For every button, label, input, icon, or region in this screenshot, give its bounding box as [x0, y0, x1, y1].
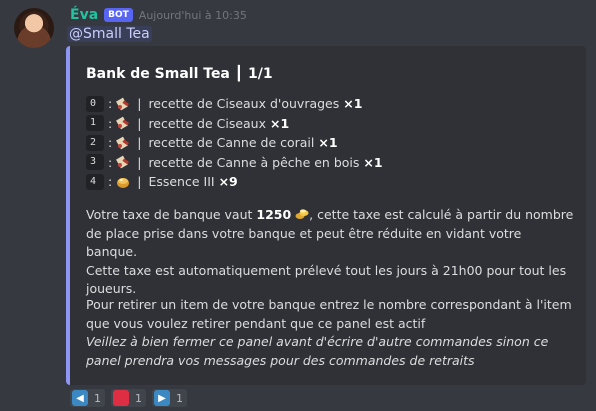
- item-label: recette de Canne à pêche en bois: [148, 154, 360, 170]
- item-label: recette de Canne de corail: [148, 135, 315, 151]
- list-item: 1 : | recette de Ciseaux ×1: [86, 114, 383, 134]
- item-index: 1: [86, 115, 104, 132]
- timestamp: Aujourd'hui à 10:35: [138, 8, 247, 22]
- scroll-icon: [115, 115, 131, 131]
- list-item: 0 : | recette de Ciseaux d'ouvrages ×1: [86, 94, 383, 114]
- item-index: 0: [86, 95, 104, 112]
- list-item: 4 : | Essence III ×9: [86, 172, 383, 192]
- left-arrow-icon: ◀: [72, 390, 88, 406]
- bank-embed: Bank de Small Tea ┃ 1/1 0 : | recette de…: [66, 46, 586, 385]
- item-qty: ×9: [218, 174, 238, 190]
- withdraw-line2: Veillez à bien fermer ce panel avant d'é…: [86, 334, 549, 368]
- item-label: recette de Ciseaux: [148, 115, 267, 131]
- item-index: 2: [86, 134, 104, 151]
- reaction-count: 1: [94, 391, 101, 405]
- coin-icon: [295, 207, 309, 219]
- tax-prefix: Votre taxe de banque vaut: [86, 207, 257, 222]
- reaction-count: 1: [135, 391, 142, 405]
- item-qty: ×1: [270, 115, 290, 131]
- list-item: 2 : | recette de Canne de corail ×1: [86, 133, 383, 153]
- right-arrow-icon: ▶: [154, 390, 170, 406]
- tax-line2: Cette taxe est automatiquement prélevé t…: [86, 262, 567, 297]
- message-header: Éva BOT Aujourd'hui à 10:35: [70, 6, 247, 24]
- item-index: 4: [86, 173, 104, 190]
- item-index: 3: [86, 154, 104, 171]
- reaction-bar: ◀ 1 1 ▶ 1: [70, 389, 187, 407]
- user-mention[interactable]: @Small Tea: [67, 26, 152, 42]
- scroll-icon: [115, 135, 131, 151]
- item-label: recette de Ciseaux d'ouvrages: [148, 96, 340, 112]
- list-item: 3 : | recette de Canne à pêche en bois ×…: [86, 153, 383, 173]
- scroll-icon: [115, 154, 131, 170]
- bank-item-list: 0 : | recette de Ciseaux d'ouvrages ×1 1…: [86, 94, 383, 192]
- bot-badge: BOT: [104, 8, 133, 22]
- item-qty: ×1: [363, 154, 383, 170]
- stop-icon: [113, 390, 129, 406]
- avatar[interactable]: [14, 8, 54, 48]
- reaction-count: 1: [176, 391, 183, 405]
- reaction-previous[interactable]: ◀ 1: [70, 389, 105, 407]
- reaction-next[interactable]: ▶ 1: [152, 389, 187, 407]
- tax-amount: 1250: [256, 207, 292, 222]
- item-label: Essence III: [148, 174, 215, 190]
- withdraw-line1: Pour retirer un item de votre banque ent…: [86, 297, 572, 331]
- reaction-stop[interactable]: 1: [111, 389, 146, 407]
- username[interactable]: Éva: [70, 7, 98, 23]
- tax-info: Votre taxe de banque vaut 1250 , cette t…: [86, 206, 576, 299]
- essence-icon: [115, 174, 131, 190]
- withdraw-info: Pour retirer un item de votre banque ent…: [86, 296, 576, 370]
- item-qty: ×1: [318, 135, 338, 151]
- item-qty: ×1: [343, 96, 363, 112]
- embed-title: Bank de Small Tea ┃ 1/1: [86, 66, 273, 82]
- scroll-icon: [115, 96, 131, 112]
